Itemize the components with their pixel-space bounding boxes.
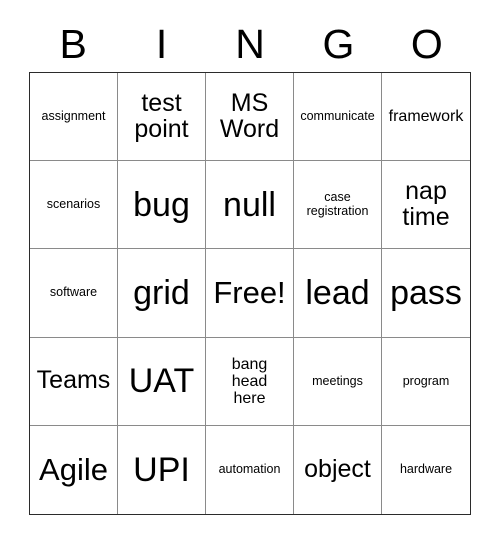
bingo-cell[interactable]: program	[382, 337, 470, 426]
bingo-cell[interactable]: communicate	[294, 73, 382, 162]
bingo-cell[interactable]: software	[30, 249, 118, 338]
bingo-cell-label: bug	[133, 185, 190, 224]
bingo-cell[interactable]: UAT	[118, 337, 206, 426]
bingo-cell[interactable]: bug	[118, 161, 206, 250]
bingo-cell[interactable]: meetings	[294, 337, 382, 426]
bingo-free-space[interactable]: Free!	[206, 249, 294, 338]
bingo-cell-label: pass	[390, 273, 462, 312]
bingo-cell[interactable]: grid	[118, 249, 206, 338]
bingo-cell-label: grid	[133, 273, 190, 312]
header-letter-i: I	[155, 20, 168, 67]
bingo-cell[interactable]: automation	[206, 425, 294, 514]
bingo-cell[interactable]: Teams	[30, 337, 118, 426]
bingo-cell[interactable]: scenarios	[30, 161, 118, 250]
bingo-cell-label: null	[223, 185, 276, 224]
bingo-cell-label: meetings	[312, 373, 363, 388]
header-letter-n: N	[235, 20, 265, 67]
bingo-cell[interactable]: pass	[382, 249, 470, 338]
bingo-cell-label: software	[49, 285, 98, 300]
bingo-cell[interactable]: case registration	[294, 161, 382, 250]
bingo-cell-label: Agile	[39, 452, 108, 488]
bingo-cell[interactable]: hardware	[382, 425, 470, 514]
bingo-cell[interactable]: bang head here	[206, 337, 294, 426]
bingo-cell-label: lead	[305, 273, 370, 312]
bingo-cell-label: scenarios	[46, 197, 101, 212]
bingo-cell-label: bang head here	[231, 355, 268, 407]
bingo-cell-label: case registration	[306, 190, 369, 218]
bingo-cell-label: framework	[388, 108, 464, 126]
bingo-grid: assignment test point MS Word communicate fr…	[29, 72, 471, 515]
bingo-header: B I N G O	[29, 16, 471, 72]
bingo-cell-label: hardware	[399, 462, 453, 477]
header-letter-g: G	[322, 20, 355, 67]
bingo-cell-label: UPI	[133, 450, 190, 489]
bingo-cell-label: Free!	[213, 275, 286, 311]
bingo-cell[interactable]: nap time	[382, 161, 470, 250]
bingo-cell[interactable]: test point	[118, 73, 206, 162]
bingo-cell-label: UAT	[128, 362, 195, 400]
bingo-cell[interactable]: framework	[382, 73, 470, 162]
bingo-cell-label: object	[304, 455, 371, 484]
bingo-cell[interactable]: assignment	[30, 73, 118, 162]
bingo-cell[interactable]: MS Word	[206, 73, 294, 162]
bingo-cell[interactable]: lead	[294, 249, 382, 338]
bingo-cell-label: nap time	[402, 177, 450, 231]
bingo-cell[interactable]: UPI	[118, 425, 206, 514]
bingo-cell-label: communicate	[300, 108, 375, 123]
bingo-cell-label: Teams	[36, 366, 111, 395]
bingo-cell-label: test point	[134, 89, 189, 143]
bingo-cell[interactable]: null	[206, 161, 294, 250]
bingo-cell-label: MS Word	[219, 89, 280, 143]
bingo-cell[interactable]: object	[294, 425, 382, 514]
bingo-cell[interactable]: Agile	[30, 425, 118, 514]
header-letter-b: B	[59, 20, 87, 67]
header-letter-o: O	[410, 20, 443, 67]
bingo-card: B I N G O assignment test point MS Word com…	[0, 0, 500, 544]
bingo-cell-label: program	[402, 373, 450, 388]
bingo-cell-label: automation	[218, 462, 281, 477]
bingo-cell-label: assignment	[41, 108, 106, 123]
